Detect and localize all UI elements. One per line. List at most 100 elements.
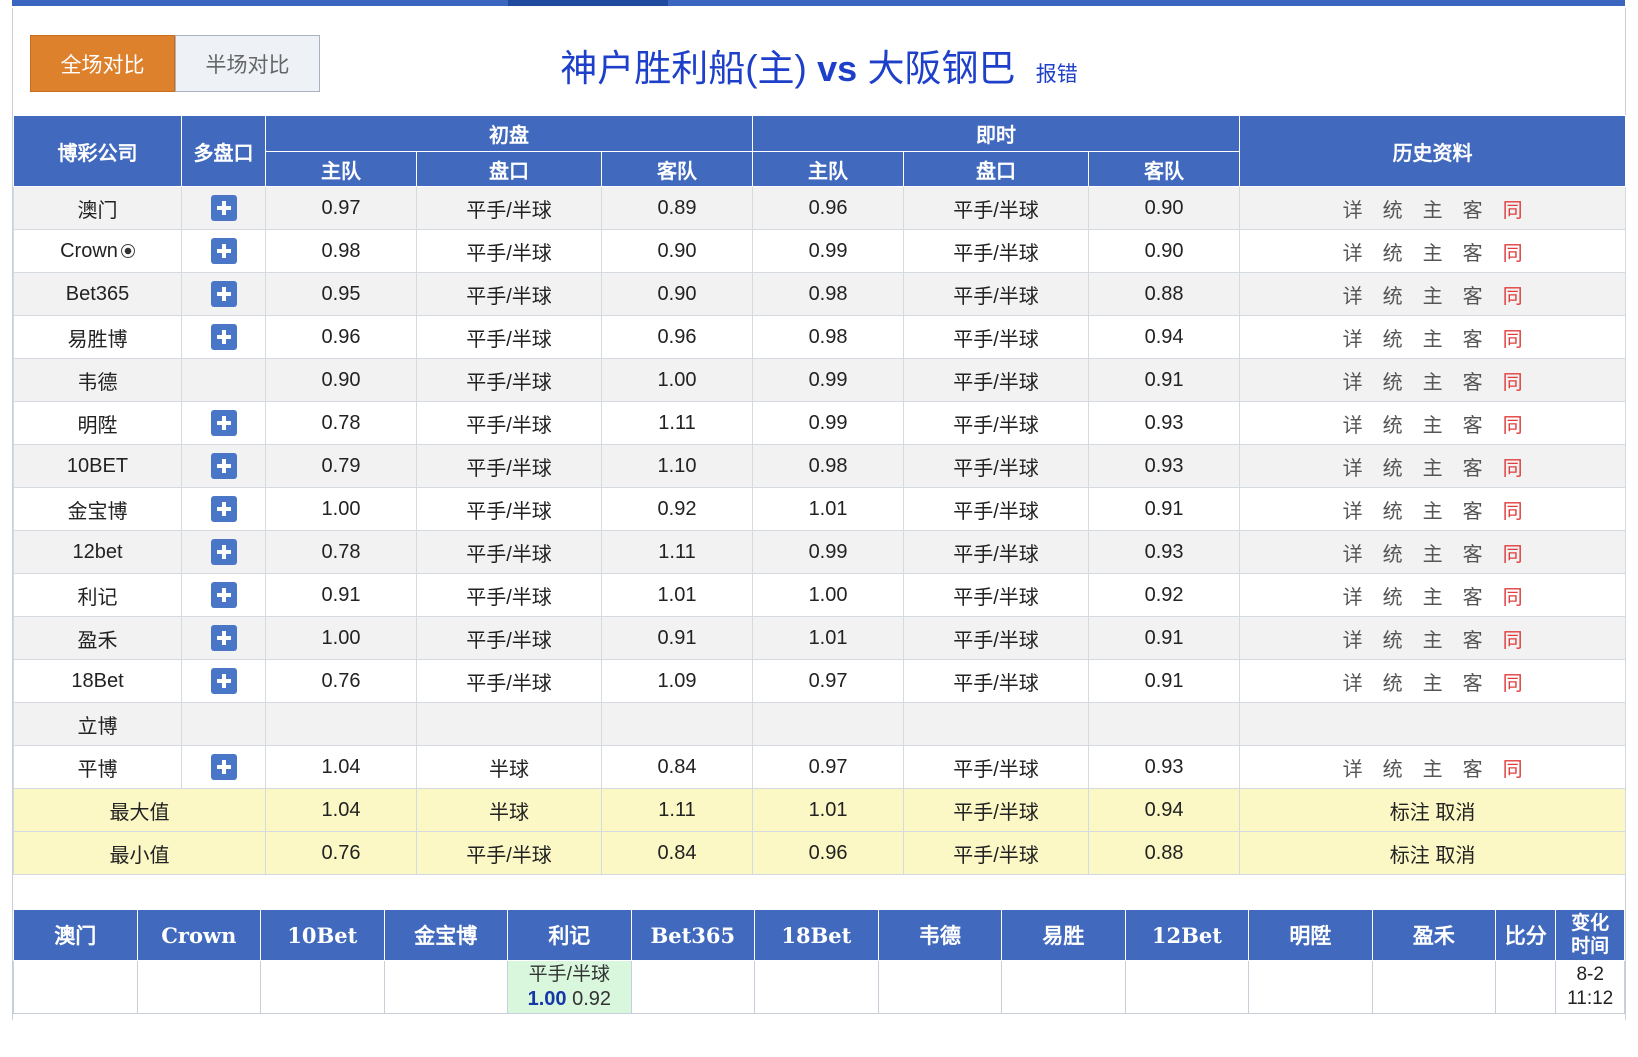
history-link[interactable]: 客: [1453, 323, 1493, 352]
history-link[interactable]: 详: [1333, 323, 1373, 352]
bookmaker-name[interactable]: 平博: [13, 745, 182, 789]
history-link[interactable]: 客: [1453, 581, 1493, 610]
history-link[interactable]: 统: [1373, 624, 1413, 653]
bookmaker-name-text: Bet365: [65, 282, 130, 305]
history-link[interactable]: 客: [1453, 667, 1493, 696]
expand-plus-icon[interactable]: [210, 453, 237, 479]
history-link[interactable]: 客: [1453, 495, 1493, 524]
history-link[interactable]: 详: [1333, 753, 1373, 782]
history-link[interactable]: 同: [1493, 753, 1533, 782]
mark-cancel-link[interactable]: 标注 取消: [1239, 788, 1627, 832]
history-link[interactable]: 同: [1493, 452, 1533, 481]
report-error-link[interactable]: 报错: [1036, 63, 1078, 86]
mark-cancel-link[interactable]: 标注 取消: [1239, 831, 1627, 875]
history-link[interactable]: 客: [1453, 409, 1493, 438]
history-link[interactable]: 主: [1413, 194, 1453, 223]
change-cell-liji[interactable]: 平手/半球 1.00 0.92: [507, 960, 632, 1014]
bookmaker-name[interactable]: 盈禾: [13, 616, 182, 660]
history-link[interactable]: 详: [1333, 624, 1373, 653]
expand-plus-icon[interactable]: [210, 754, 237, 780]
history-link[interactable]: 详: [1333, 452, 1373, 481]
history-link[interactable]: 主: [1413, 667, 1453, 696]
history-link[interactable]: 统: [1373, 495, 1413, 524]
history-link[interactable]: 主: [1413, 581, 1453, 610]
history-link[interactable]: 同: [1493, 495, 1533, 524]
expand-plus-icon[interactable]: [210, 238, 237, 264]
history-link[interactable]: 客: [1453, 280, 1493, 309]
history-link[interactable]: 同: [1493, 323, 1533, 352]
history-link[interactable]: 同: [1493, 538, 1533, 567]
history-link[interactable]: 主: [1413, 452, 1453, 481]
bookmaker-name[interactable]: 明陞: [13, 401, 182, 445]
history-link[interactable]: 详: [1333, 366, 1373, 395]
history-link[interactable]: 客: [1453, 624, 1493, 653]
history-link[interactable]: 同: [1493, 237, 1533, 266]
expand-plus-icon[interactable]: [210, 496, 237, 522]
history-link[interactable]: 统: [1373, 452, 1413, 481]
history-link[interactable]: 客: [1453, 538, 1493, 567]
history-link[interactable]: 同: [1493, 409, 1533, 438]
history-link[interactable]: 统: [1373, 409, 1413, 438]
history-link[interactable]: 统: [1373, 366, 1413, 395]
history-link[interactable]: 详: [1333, 495, 1373, 524]
history-link[interactable]: 详: [1333, 581, 1373, 610]
bookmaker-name[interactable]: 10BET: [13, 444, 182, 488]
history-link[interactable]: 客: [1453, 452, 1493, 481]
history-link[interactable]: 统: [1373, 753, 1413, 782]
history-link[interactable]: 同: [1493, 667, 1533, 696]
bookmaker-name[interactable]: 韦德: [13, 358, 182, 402]
history-link[interactable]: 统: [1373, 667, 1413, 696]
history-link[interactable]: 客: [1453, 366, 1493, 395]
history-link[interactable]: 同: [1493, 624, 1533, 653]
bookmaker-name[interactable]: Crown: [13, 229, 182, 273]
expand-plus-icon[interactable]: [210, 668, 237, 694]
history-link[interactable]: 主: [1413, 538, 1453, 567]
history-link[interactable]: 客: [1453, 194, 1493, 223]
history-link[interactable]: 主: [1413, 753, 1453, 782]
history-link[interactable]: 详: [1333, 237, 1373, 266]
bookmaker-name[interactable]: 金宝博: [13, 487, 182, 531]
history-link[interactable]: 同: [1493, 581, 1533, 610]
expand-plus-icon[interactable]: [210, 410, 237, 436]
history-link[interactable]: 主: [1413, 280, 1453, 309]
history-link[interactable]: 统: [1373, 280, 1413, 309]
expand-plus-icon[interactable]: [210, 324, 237, 350]
history-link[interactable]: 统: [1373, 323, 1413, 352]
history-link[interactable]: 客: [1453, 237, 1493, 266]
bookmaker-name[interactable]: Bet365: [13, 272, 182, 316]
history-link[interactable]: 同: [1493, 280, 1533, 309]
live-away-odds: 0.93: [1088, 745, 1241, 789]
history-link[interactable]: 客: [1453, 753, 1493, 782]
bookmaker-name[interactable]: 12bet: [13, 530, 182, 574]
expand-plus-icon[interactable]: [210, 539, 237, 565]
bookmaker-name[interactable]: 立博: [13, 702, 182, 746]
history-link[interactable]: 详: [1333, 194, 1373, 223]
history-link[interactable]: 主: [1413, 624, 1453, 653]
bookmaker-name[interactable]: 澳门: [13, 186, 182, 230]
history-link[interactable]: 详: [1333, 538, 1373, 567]
bookmaker-name[interactable]: 易胜博: [13, 315, 182, 359]
history-link[interactable]: 主: [1413, 237, 1453, 266]
top-nav-active-tab[interactable]: [508, 0, 668, 6]
expand-plus-icon[interactable]: [210, 195, 237, 221]
history-link[interactable]: 主: [1413, 366, 1453, 395]
change-header: 盈禾: [1371, 909, 1497, 961]
history-link[interactable]: 同: [1493, 194, 1533, 223]
history-link[interactable]: 详: [1333, 667, 1373, 696]
history-link[interactable]: 主: [1413, 495, 1453, 524]
history-link[interactable]: 同: [1493, 366, 1533, 395]
history-link[interactable]: 统: [1373, 538, 1413, 567]
history-link[interactable]: 主: [1413, 409, 1453, 438]
history-link[interactable]: 统: [1373, 237, 1413, 266]
history-link[interactable]: 详: [1333, 280, 1373, 309]
expand-plus-icon[interactable]: [210, 625, 237, 651]
bookmaker-name[interactable]: 利记: [13, 573, 182, 617]
history-link[interactable]: 统: [1373, 194, 1413, 223]
bookmaker-name[interactable]: 18Bet: [13, 659, 182, 703]
change-cell-time: 8-2 11:12: [1555, 960, 1625, 1014]
expand-plus-icon[interactable]: [210, 281, 237, 307]
expand-plus-icon[interactable]: [210, 582, 237, 608]
history-link[interactable]: 主: [1413, 323, 1453, 352]
history-link[interactable]: 详: [1333, 409, 1373, 438]
history-link[interactable]: 统: [1373, 581, 1413, 610]
